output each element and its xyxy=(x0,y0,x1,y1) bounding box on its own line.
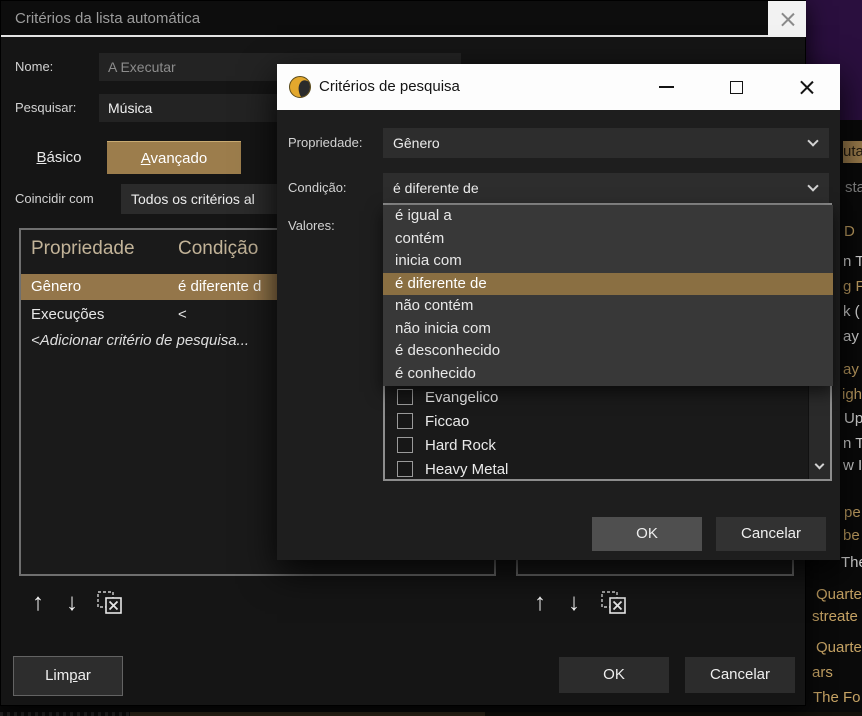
background-track-fragment: Quarte xyxy=(816,586,862,603)
autolist-dialog-title: Critérios da lista automática xyxy=(15,10,201,27)
condition-option[interactable]: contém xyxy=(383,228,833,251)
background-selected-item-fragment: uta xyxy=(843,141,862,163)
value-item-label: Hard Rock xyxy=(425,437,496,454)
background-bottom-sliver-2 xyxy=(130,712,485,716)
mediamonkey-logo-icon xyxy=(289,76,311,98)
condicao-value: é diferente de xyxy=(393,180,479,196)
propriedade-select[interactable]: Gênero xyxy=(383,128,829,158)
screen: uta sta D n T g F k ( ay ay igh Up n T w… xyxy=(0,0,862,716)
checkbox-icon[interactable] xyxy=(397,413,413,429)
condition-option[interactable]: é desconhecido xyxy=(383,340,833,363)
checkbox-icon[interactable] xyxy=(397,461,413,477)
chevron-down-icon xyxy=(807,180,819,192)
scroll-down-button[interactable] xyxy=(809,453,830,479)
background-track-fragment: The xyxy=(841,554,862,571)
criteria-property: Gênero xyxy=(31,278,82,295)
background-track-fragment: be xyxy=(843,527,860,544)
search-dialog-titlebar[interactable]: Critérios de pesquisa xyxy=(277,64,840,110)
background-track-fragment: pe xyxy=(844,504,861,521)
background-track-fragment: ay xyxy=(843,361,859,378)
move-up-button-2[interactable] xyxy=(525,588,555,618)
search-dialog-title: Critérios de pesquisa xyxy=(319,78,460,95)
tab-basico[interactable]: Básico xyxy=(11,141,107,174)
background-track-fragment: igh xyxy=(842,386,862,403)
search-criteria-dialog: Critérios de pesquisa Propriedade: Gêner… xyxy=(277,64,840,560)
column-header-propriedade: Propriedade xyxy=(31,238,135,259)
background-track-fragment: n T xyxy=(843,253,862,270)
delete-criteria-button[interactable] xyxy=(97,591,123,615)
move-up-button[interactable] xyxy=(23,588,53,618)
value-item-label: Evangelico xyxy=(425,389,499,406)
autolist-dialog-titlebar[interactable]: Critérios da lista automática xyxy=(1,1,806,37)
background-track-fragment: w I xyxy=(843,457,862,474)
delete-selection-icon xyxy=(97,591,122,614)
background-bottom-sliver-3 xyxy=(485,712,862,716)
background-track-fragment: sta xyxy=(845,179,862,196)
condition-option[interactable]: é igual a xyxy=(383,205,833,228)
close-button[interactable] xyxy=(792,64,820,110)
pesquisar-label: Pesquisar: xyxy=(15,100,77,115)
condition-option[interactable]: não contém xyxy=(383,295,833,318)
ok-button[interactable]: OK xyxy=(559,657,669,693)
propriedade-value: Gênero xyxy=(393,135,440,151)
checkbox-icon[interactable] xyxy=(397,389,413,405)
checkbox-icon[interactable] xyxy=(397,437,413,453)
tab-avancado[interactable]: Avançado xyxy=(107,141,241,174)
background-track-fragment: ars xyxy=(812,664,833,681)
background-track-fragment: ay xyxy=(843,328,859,345)
condition-option[interactable]: inicia com xyxy=(383,250,833,273)
close-icon xyxy=(780,12,795,27)
minimize-icon xyxy=(658,86,674,88)
maximize-icon xyxy=(729,80,743,94)
condicao-label: Condição: xyxy=(288,180,347,195)
propriedade-label: Propriedade: xyxy=(288,135,363,150)
delete-selection-icon xyxy=(601,591,626,614)
ok-button[interactable]: OK xyxy=(592,517,702,551)
criteria-property: Execuções xyxy=(31,306,105,323)
add-criteria-label: <Adicionar critério de pesquisa... xyxy=(31,332,250,349)
background-track-fragment: The Fo xyxy=(813,689,861,706)
value-item-label: Ficcao xyxy=(425,413,470,430)
close-button[interactable] xyxy=(768,1,806,37)
column-header-condicao: Condição xyxy=(178,238,259,259)
condicao-select[interactable]: é diferente de xyxy=(383,173,829,203)
background-track-fragment: Quarte xyxy=(816,639,862,656)
delete-criteria-button-2[interactable] xyxy=(601,591,627,615)
value-item-label: Heavy Metal xyxy=(425,461,509,478)
background-track-fragment: streate xyxy=(812,608,858,625)
value-item[interactable]: Evangelico xyxy=(385,386,830,410)
value-item[interactable]: Hard Rock xyxy=(385,434,830,458)
condition-option[interactable]: não inicia com xyxy=(383,318,833,341)
nome-label: Nome: xyxy=(15,59,54,74)
move-down-button[interactable] xyxy=(57,588,87,618)
chevron-down-icon xyxy=(807,135,819,147)
criteria-condition: < xyxy=(178,306,187,323)
cancel-button[interactable]: Cancelar xyxy=(685,657,795,693)
cancel-button[interactable]: Cancelar xyxy=(716,517,826,551)
value-item[interactable]: Heavy Metal xyxy=(385,458,830,482)
coincidir-label: Coincidir com xyxy=(15,191,94,206)
maximize-button[interactable] xyxy=(722,64,750,110)
valores-label: Valores: xyxy=(288,218,335,233)
minimize-button[interactable] xyxy=(652,64,680,110)
close-icon xyxy=(799,80,814,95)
background-track-fragment: k ( xyxy=(843,303,860,320)
value-item[interactable]: Ficcao xyxy=(385,410,830,434)
condition-option[interactable]: é conhecido xyxy=(383,363,833,386)
criteria-condition: é diferente d xyxy=(178,278,262,295)
background-track-fragment: D xyxy=(844,223,855,240)
background-track-fragment: Up xyxy=(844,410,862,427)
scrollbar-down-icon xyxy=(814,459,825,469)
limpar-button[interactable]: Limpar xyxy=(13,656,123,696)
background-bottom-sliver xyxy=(0,712,130,716)
condicao-dropdown-list[interactable]: é igual a contém inicia com é diferente … xyxy=(383,205,833,386)
condition-option-selected[interactable]: é diferente de xyxy=(383,272,833,295)
move-down-button-2[interactable] xyxy=(559,588,589,618)
background-track-fragment: n T xyxy=(843,435,862,452)
background-track-fragment: g F xyxy=(843,278,862,295)
